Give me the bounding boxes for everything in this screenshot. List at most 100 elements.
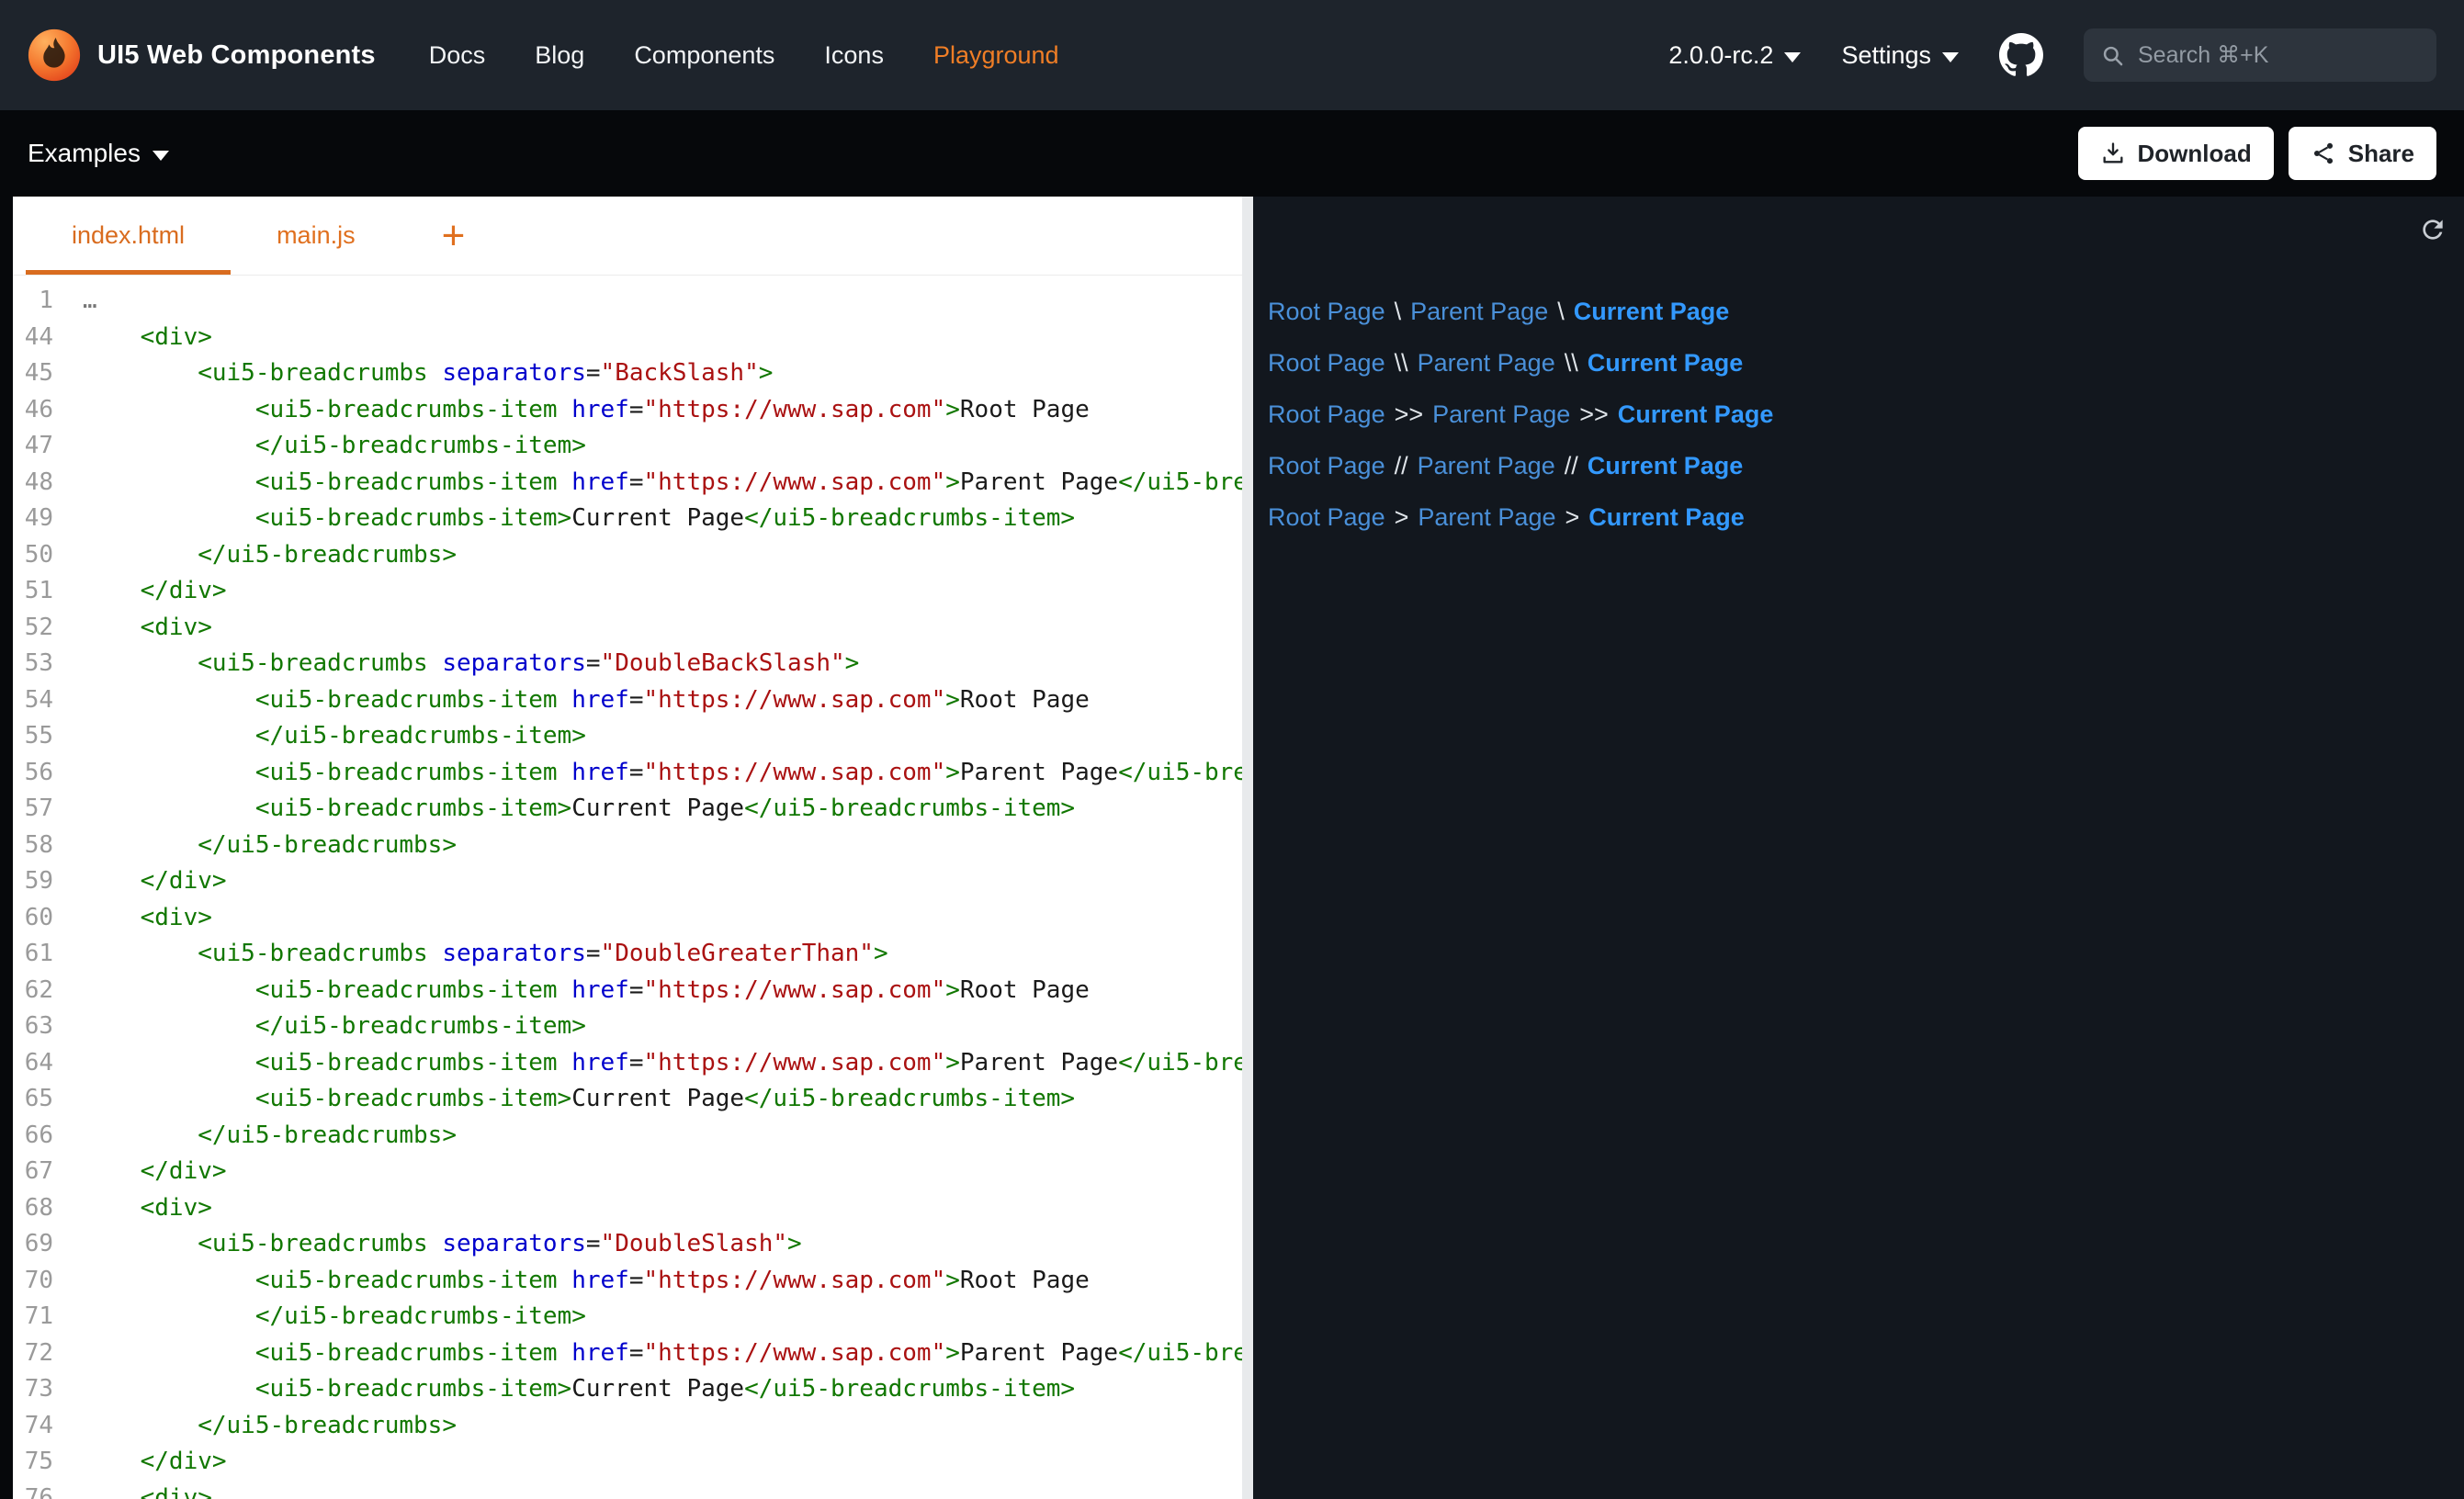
breadcrumb-current: Current Page [1588, 452, 1744, 479]
split-resizer[interactable] [1242, 197, 1253, 1499]
code-line: 55 </ui5-breadcrumbs-item> [13, 718, 1242, 755]
breadcrumb-link[interactable]: Parent Page [1410, 298, 1548, 325]
line-content: <ui5-breadcrumbs separators="DoubleGreat… [83, 936, 1242, 973]
line-content: <ui5-breadcrumbs separators="BackSlash"> [83, 355, 1242, 392]
chevron-down-icon [153, 151, 169, 161]
code-line: 72 <ui5-breadcrumbs-item href="https://w… [13, 1336, 1242, 1372]
refresh-icon[interactable] [2418, 215, 2447, 244]
nav-link-docs[interactable]: Docs [429, 41, 486, 70]
breadcrumb-separator: >> [1579, 400, 1609, 428]
search-box[interactable] [2084, 28, 2436, 82]
breadcrumbs-demo: Root Page\Parent Page\Current PageRoot P… [1268, 296, 2449, 534]
share-icon [2311, 141, 2336, 166]
examples-toolbar: Examples Download Share [0, 110, 2464, 197]
line-content: <ui5-breadcrumbs-item href="https://www.… [83, 465, 1242, 502]
nav-link-icons[interactable]: Icons [824, 41, 884, 70]
code-line: 70 <ui5-breadcrumbs-item href="https://w… [13, 1263, 1242, 1300]
breadcrumb-link[interactable]: Root Page [1268, 349, 1385, 377]
breadcrumb-DoubleBackSlash: Root Page\\Parent Page\\Current Page [1268, 347, 2449, 379]
nav-link-blog[interactable]: Blog [535, 41, 584, 70]
chevron-down-icon [1942, 52, 1959, 62]
line-number: 67 [13, 1154, 83, 1190]
breadcrumb-separator: // [1395, 452, 1408, 479]
code-line: 65 <ui5-breadcrumbs-item>Current Page</u… [13, 1081, 1242, 1118]
brand-title[interactable]: UI5 Web Components [97, 40, 376, 71]
version-menu[interactable]: 2.0.0-rc.2 [1668, 41, 1801, 70]
code-line: 74 </ui5-breadcrumbs> [13, 1408, 1242, 1445]
breadcrumb-current: Current Page [1574, 298, 1730, 325]
breadcrumb-link[interactable]: Parent Page [1418, 349, 1555, 377]
chevron-down-icon [1784, 52, 1801, 62]
content-split: index.htmlmain.js+ 1…44 <div>45 <ui5-bre… [0, 197, 2464, 1499]
breadcrumb-current: Current Page [1588, 503, 1745, 531]
line-number: 64 [13, 1045, 83, 1082]
playground-page: UI5 Web Components Docs Blog Components Ico… [0, 0, 2464, 1499]
line-number: 76 [13, 1481, 83, 1499]
line-number: 57 [13, 791, 83, 828]
breadcrumb-separator: \ [1557, 298, 1565, 325]
line-number: 51 [13, 573, 83, 610]
code-area[interactable]: 1…44 <div>45 <ui5-breadcrumbs separators… [13, 276, 1242, 1499]
line-content: </ui5-breadcrumbs-item> [83, 1009, 1242, 1045]
code-line: 45 <ui5-breadcrumbs separators="BackSlas… [13, 355, 1242, 392]
brand[interactable]: UI5 Web Components [28, 28, 376, 82]
breadcrumb-separator: \\ [1395, 349, 1408, 377]
breadcrumb-link[interactable]: Root Page [1268, 452, 1385, 479]
preview-toolbar [1268, 215, 2449, 255]
nav-link-playground[interactable]: Playground [933, 41, 1059, 70]
download-label: Download [2138, 140, 2252, 168]
editor-tab-index.html[interactable]: index.html [26, 197, 231, 275]
breadcrumb-separator: \ [1395, 298, 1402, 325]
line-number: 47 [13, 428, 83, 465]
code-line: 44 <div> [13, 320, 1242, 356]
examples-menu[interactable]: Examples [28, 139, 169, 168]
line-content: </ui5-breadcrumbs-item> [83, 718, 1242, 755]
line-number: 68 [13, 1190, 83, 1227]
breadcrumb-separator: > [1395, 503, 1409, 531]
code-line: 68 <div> [13, 1190, 1242, 1227]
download-button[interactable]: Download [2078, 127, 2274, 180]
breadcrumb-separator: // [1565, 452, 1578, 479]
settings-label: Settings [1841, 41, 1931, 70]
settings-menu[interactable]: Settings [1841, 41, 1959, 70]
line-content: <div> [83, 1481, 1242, 1499]
share-label: Share [2348, 140, 2414, 168]
nav-link-components[interactable]: Components [634, 41, 774, 70]
examples-label: Examples [28, 139, 141, 168]
code-line: 52 <div> [13, 610, 1242, 647]
code-line: 53 <ui5-breadcrumbs separators="DoubleBa… [13, 646, 1242, 682]
ui5-logo-icon [28, 28, 81, 82]
breadcrumb-BackSlash: Root Page \ Parent Page \ Current Page [1268, 296, 2449, 328]
line-content: </ui5-breadcrumbs> [83, 828, 1242, 864]
navbar-right: 2.0.0-rc.2 Settings [1668, 28, 2436, 82]
line-content: <ui5-breadcrumbs-item href="https://www.… [83, 755, 1242, 792]
line-content: <ui5-breadcrumbs-item href="https://www.… [83, 682, 1242, 719]
toolbar-actions: Download Share [2078, 127, 2436, 180]
code-line: 61 <ui5-breadcrumbs separators="DoubleGr… [13, 936, 1242, 973]
github-icon[interactable] [1999, 33, 2043, 77]
line-content: <ui5-breadcrumbs-item>Current Page</ui5-… [83, 501, 1242, 537]
breadcrumb-link[interactable]: Root Page [1268, 298, 1385, 325]
line-number: 58 [13, 828, 83, 864]
line-content: </ui5-breadcrumbs> [83, 537, 1242, 574]
line-number: 59 [13, 863, 83, 900]
editor-tab-main.js[interactable]: main.js [231, 197, 401, 275]
search-input[interactable] [2136, 41, 2420, 70]
line-number: 72 [13, 1336, 83, 1372]
add-tab-button[interactable]: + [418, 197, 490, 275]
code-line: 69 <ui5-breadcrumbs separators="DoubleSl… [13, 1226, 1242, 1263]
line-number: 62 [13, 973, 83, 1009]
breadcrumb-link[interactable]: Parent Page [1432, 400, 1570, 428]
line-content: </ui5-breadcrumbs-item> [83, 1299, 1242, 1336]
line-content: </div> [83, 573, 1242, 610]
code-line: 60 <div> [13, 900, 1242, 937]
breadcrumb-link[interactable]: Parent Page [1418, 503, 1555, 531]
code-line: 59 </div> [13, 863, 1242, 900]
breadcrumb-link[interactable]: Root Page [1268, 400, 1385, 428]
share-button[interactable]: Share [2289, 127, 2436, 180]
code-line: 48 <ui5-breadcrumbs-item href="https://w… [13, 465, 1242, 502]
breadcrumb-link[interactable]: Parent Page [1418, 452, 1555, 479]
line-number: 61 [13, 936, 83, 973]
breadcrumb-link[interactable]: Root Page [1268, 503, 1385, 531]
line-content: <div> [83, 610, 1242, 647]
